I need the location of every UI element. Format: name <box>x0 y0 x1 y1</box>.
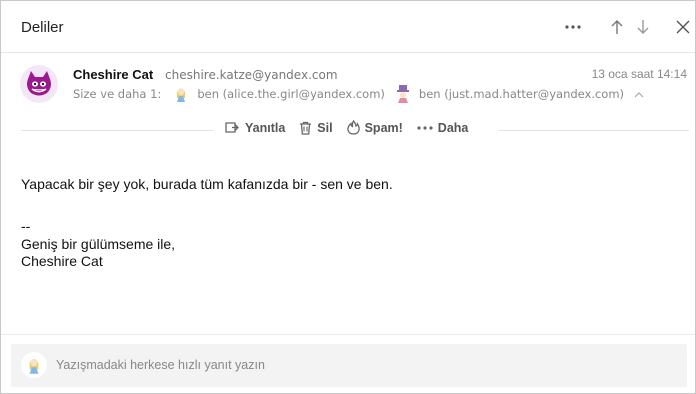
mail-header: Deliler <box>1 1 695 53</box>
sender-name[interactable]: Cheshire Cat <box>73 67 153 82</box>
signature: -- Geniş bir gülümseme ile, Cheshire Cat <box>21 218 175 271</box>
close-icon[interactable] <box>671 15 695 39</box>
signature-name: Cheshire Cat <box>21 253 103 269</box>
recipient-item[interactable]: ben (just.mad.hatter@yandex.com) <box>393 84 624 104</box>
mail-view: Deliler Cheshire Cat cheshire.katze@yand… <box>0 0 696 394</box>
chevron-up-icon[interactable] <box>634 87 644 101</box>
user-avatar <box>21 352 47 378</box>
spam-button[interactable]: Spam! <box>346 120 403 135</box>
quick-reply-placeholder: Yazışmadaki herkese hızlı yanıt yazın <box>56 358 265 372</box>
recipients-row: Size ve daha 1: ben (alice.the.girl@yand… <box>73 83 644 105</box>
message-body: Yapacak bir şey yok, burada tüm kafanızd… <box>21 176 393 192</box>
dots-icon <box>417 125 433 130</box>
flame-icon <box>346 120 360 135</box>
recipient-label: ben (alice.the.girl@yandex.com) <box>197 87 385 101</box>
signature-line: Geniş bir gülümseme ile, <box>21 235 176 252</box>
divider <box>21 130 213 131</box>
sender-avatar[interactable] <box>20 65 58 103</box>
delete-label: Sil <box>317 120 333 135</box>
arrow-up-icon[interactable] <box>605 15 629 39</box>
divider <box>1 334 695 335</box>
arrow-down-icon[interactable] <box>631 15 655 39</box>
more-icon[interactable] <box>561 15 585 39</box>
more-label: Daha <box>437 120 469 135</box>
divider <box>499 130 689 131</box>
reply-label: Yanıtla <box>245 120 286 135</box>
reply-icon <box>225 122 239 133</box>
spam-label: Spam! <box>364 120 403 135</box>
reply-button[interactable]: Yanıtla <box>225 121 285 135</box>
hatter-avatar <box>393 84 413 104</box>
more-actions-button[interactable]: Daha <box>417 120 469 135</box>
recipient-label: ben (just.mad.hatter@yandex.com) <box>418 87 625 101</box>
quick-reply-input[interactable]: Yazışmadaki herkese hızlı yanıt yazın <box>11 344 687 387</box>
alice-avatar <box>171 84 191 104</box>
action-bar: Yanıtla Sil Spam! Daha <box>225 120 482 135</box>
delete-button[interactable]: Sil <box>299 120 333 135</box>
signature-dashes: -- <box>21 218 31 234</box>
message-date: 13 oca saat 14:14 <box>591 67 687 81</box>
recipients-label: Size ve daha 1: <box>73 87 162 101</box>
mail-subject: Deliler <box>21 19 64 36</box>
sender-email[interactable]: cheshire.katze@yandex.com <box>165 68 338 82</box>
recipient-item[interactable]: ben (alice.the.girl@yandex.com) <box>171 84 385 104</box>
trash-icon <box>300 121 312 135</box>
